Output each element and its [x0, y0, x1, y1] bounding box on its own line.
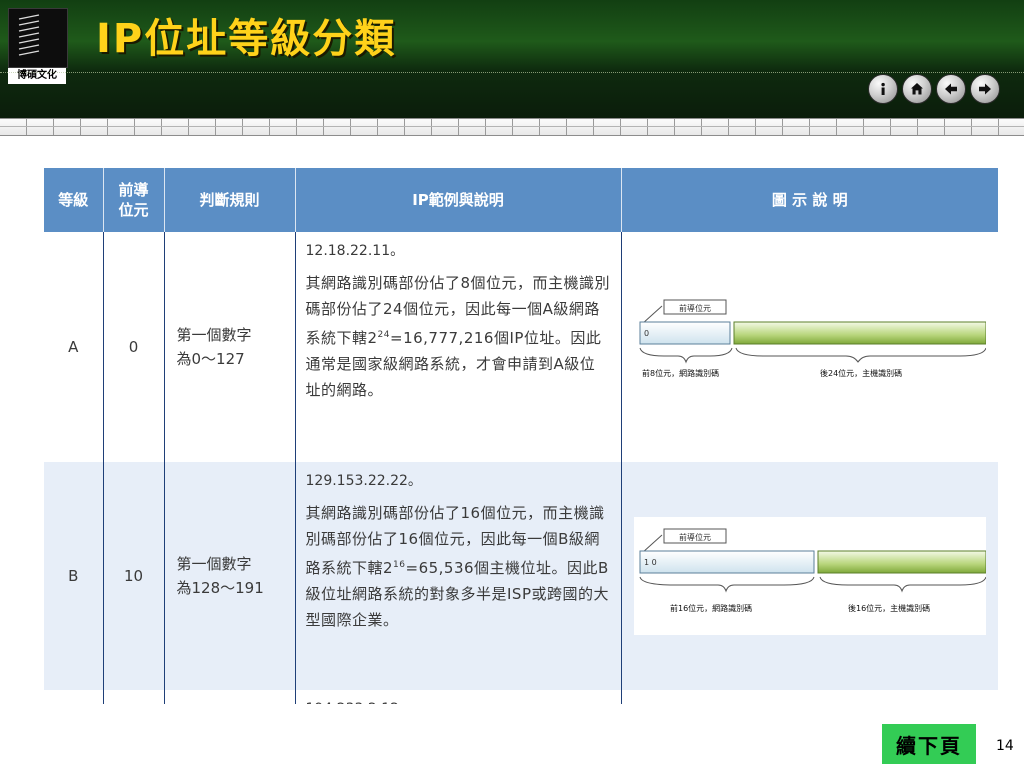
- host-segment: [817, 550, 986, 574]
- cell-rule: [164, 690, 296, 704]
- table-row: A 0 第一個數字 為0～127 12.18.22.11。 其網路識別碼部份佔了…: [44, 232, 998, 462]
- publisher-logo: 博碩文化: [8, 8, 68, 84]
- bits-label: 1 0: [644, 558, 657, 567]
- grid-ribbon: [0, 118, 1024, 136]
- description-exponent: 24: [377, 330, 390, 340]
- header-example: IP範例與說明: [295, 168, 622, 232]
- cell-diagram: [621, 690, 998, 704]
- network-label: 前16位元，網路識別碼: [670, 603, 752, 613]
- description-text: 其網路識別碼部份佔了16個位元，而主機識別碼部份佔了16個位元，因此每一個B級網…: [306, 500, 611, 633]
- table-header-row: 等級 前導 位元 判斷規則 IP範例與說明 圖 示 說 明: [44, 168, 998, 232]
- lead-pointer-line: [641, 305, 663, 325]
- host-segment: [733, 321, 986, 345]
- class-b-diagram: 前導位元 1 0 前16位元，網路識別碼 後16位元，主機識別碼: [633, 517, 986, 635]
- table-row: 194.233.2.12。: [44, 690, 998, 704]
- cell-diagram: 前導位元 0 前8位元，網路識別碼 後24位元，主機識別碼: [621, 232, 998, 462]
- header-lead-line1: 前導: [118, 181, 149, 199]
- page-number: 14: [996, 738, 1014, 754]
- lead-pointer-line: [641, 534, 663, 554]
- network-label: 前8位元，網路識別碼: [642, 368, 719, 378]
- logo-text: 博碩文化: [8, 68, 66, 84]
- rule-line2: 為0～127: [176, 350, 245, 368]
- cell-description: 12.18.22.11。 其網路識別碼部份佔了8個位元，而主機識別碼部份佔了24…: [295, 232, 622, 462]
- next-button[interactable]: [970, 74, 1000, 104]
- cell-rule: 第一個數字 為0～127: [164, 232, 296, 462]
- cell-lead: 0: [103, 232, 165, 462]
- network-brace: [639, 347, 733, 364]
- description-text: 其網路識別碼部份佔了8個位元，而主機識別碼部份佔了24個位元，因此每一個A級網路…: [306, 270, 611, 403]
- rule-line1: 第一個數字: [176, 326, 252, 344]
- ip-class-table: 等級 前導 位元 判斷規則 IP範例與說明 圖 示 說 明 A 0 第一個數字 …: [44, 168, 998, 704]
- page-title: IP位址等級分類: [96, 16, 397, 62]
- ip-example: 12.18.22.11。: [305, 243, 405, 259]
- cell-class: A: [44, 232, 104, 462]
- class-a-diagram: 前導位元 0 前8位元，網路識別碼 後24位元，主機識別碼: [633, 288, 986, 406]
- cell-lead: [103, 690, 165, 704]
- home-icon: [911, 83, 923, 95]
- host-label: 後24位元，主機識別碼: [820, 368, 902, 378]
- home-button[interactable]: [902, 74, 932, 104]
- previous-button[interactable]: [936, 74, 966, 104]
- arrow-left-icon: [945, 83, 957, 95]
- info-icon: [881, 82, 885, 95]
- info-button[interactable]: [868, 74, 898, 104]
- lead-label: 前導位元: [679, 532, 711, 542]
- bits-label: 0: [644, 329, 649, 338]
- rule-line1: 第一個數字: [176, 555, 252, 573]
- host-label: 後16位元，主機識別碼: [848, 603, 930, 613]
- cell-diagram: 前導位元 1 0 前16位元，網路識別碼 後16位元，主機識別碼: [621, 462, 998, 690]
- arrow-right-icon: [979, 83, 991, 95]
- header-diagram: 圖 示 說 明: [621, 168, 998, 232]
- header-rule: 判斷規則: [164, 168, 296, 232]
- cell-rule: 第一個數字 為128～191: [164, 462, 296, 690]
- cell-class: B: [44, 462, 104, 690]
- logo-stripes-icon: [18, 14, 40, 56]
- cell-description: 129.153.22.22。 其網路識別碼部份佔了16個位元，而主機識別碼部份佔…: [295, 462, 622, 690]
- ip-example: 194.233.2.12。: [306, 696, 611, 704]
- cell-lead: 10: [103, 462, 165, 690]
- network-brace: [639, 576, 815, 593]
- header-banner: 博碩文化 IP位址等級分類: [0, 0, 1024, 118]
- header-lead-bits: 前導 位元: [103, 168, 165, 232]
- nav-buttons: [868, 74, 1000, 104]
- description-exponent: 16: [393, 560, 406, 570]
- cell-class: [44, 690, 104, 704]
- ip-example: 129.153.22.22。: [305, 473, 422, 489]
- table-row: B 10 第一個數字 為128～191 129.153.22.22。 其網路識別…: [44, 462, 998, 690]
- network-segment: [639, 321, 731, 345]
- header-lead-line2: 位元: [118, 201, 149, 219]
- header-class: 等級: [44, 168, 104, 232]
- lead-label: 前導位元: [679, 303, 711, 313]
- rule-line2: 為128～191: [176, 579, 264, 597]
- logo-mark: [8, 8, 68, 68]
- cell-description: 194.233.2.12。: [295, 690, 622, 704]
- continue-next-page-button[interactable]: 續下頁: [882, 724, 976, 764]
- network-segment: [639, 550, 815, 574]
- host-brace: [819, 576, 986, 593]
- host-brace: [735, 347, 986, 363]
